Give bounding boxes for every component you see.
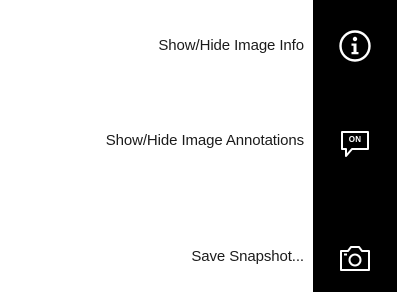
annotations-on-text: ON <box>348 135 362 144</box>
camera-icon <box>338 243 372 273</box>
tooltip-show-hide-image-info: Show/Hide Image Info <box>158 37 304 54</box>
annotations-on-icon: ON <box>338 127 372 161</box>
tooltip-show-hide-image-annotations: Show/Hide Image Annotations <box>105 132 304 149</box>
show-hide-image-annotations-button[interactable]: ON <box>313 112 397 176</box>
info-icon <box>338 29 372 63</box>
show-hide-image-info-button[interactable] <box>313 14 397 78</box>
tooltip-save-snapshot: Save Snapshot... <box>191 248 304 265</box>
side-toolbar: ON <box>313 0 397 292</box>
save-snapshot-button[interactable] <box>313 226 397 290</box>
toolbar-tooltips: Show/Hide Image Info Show/Hide Image Ann… <box>0 0 313 292</box>
